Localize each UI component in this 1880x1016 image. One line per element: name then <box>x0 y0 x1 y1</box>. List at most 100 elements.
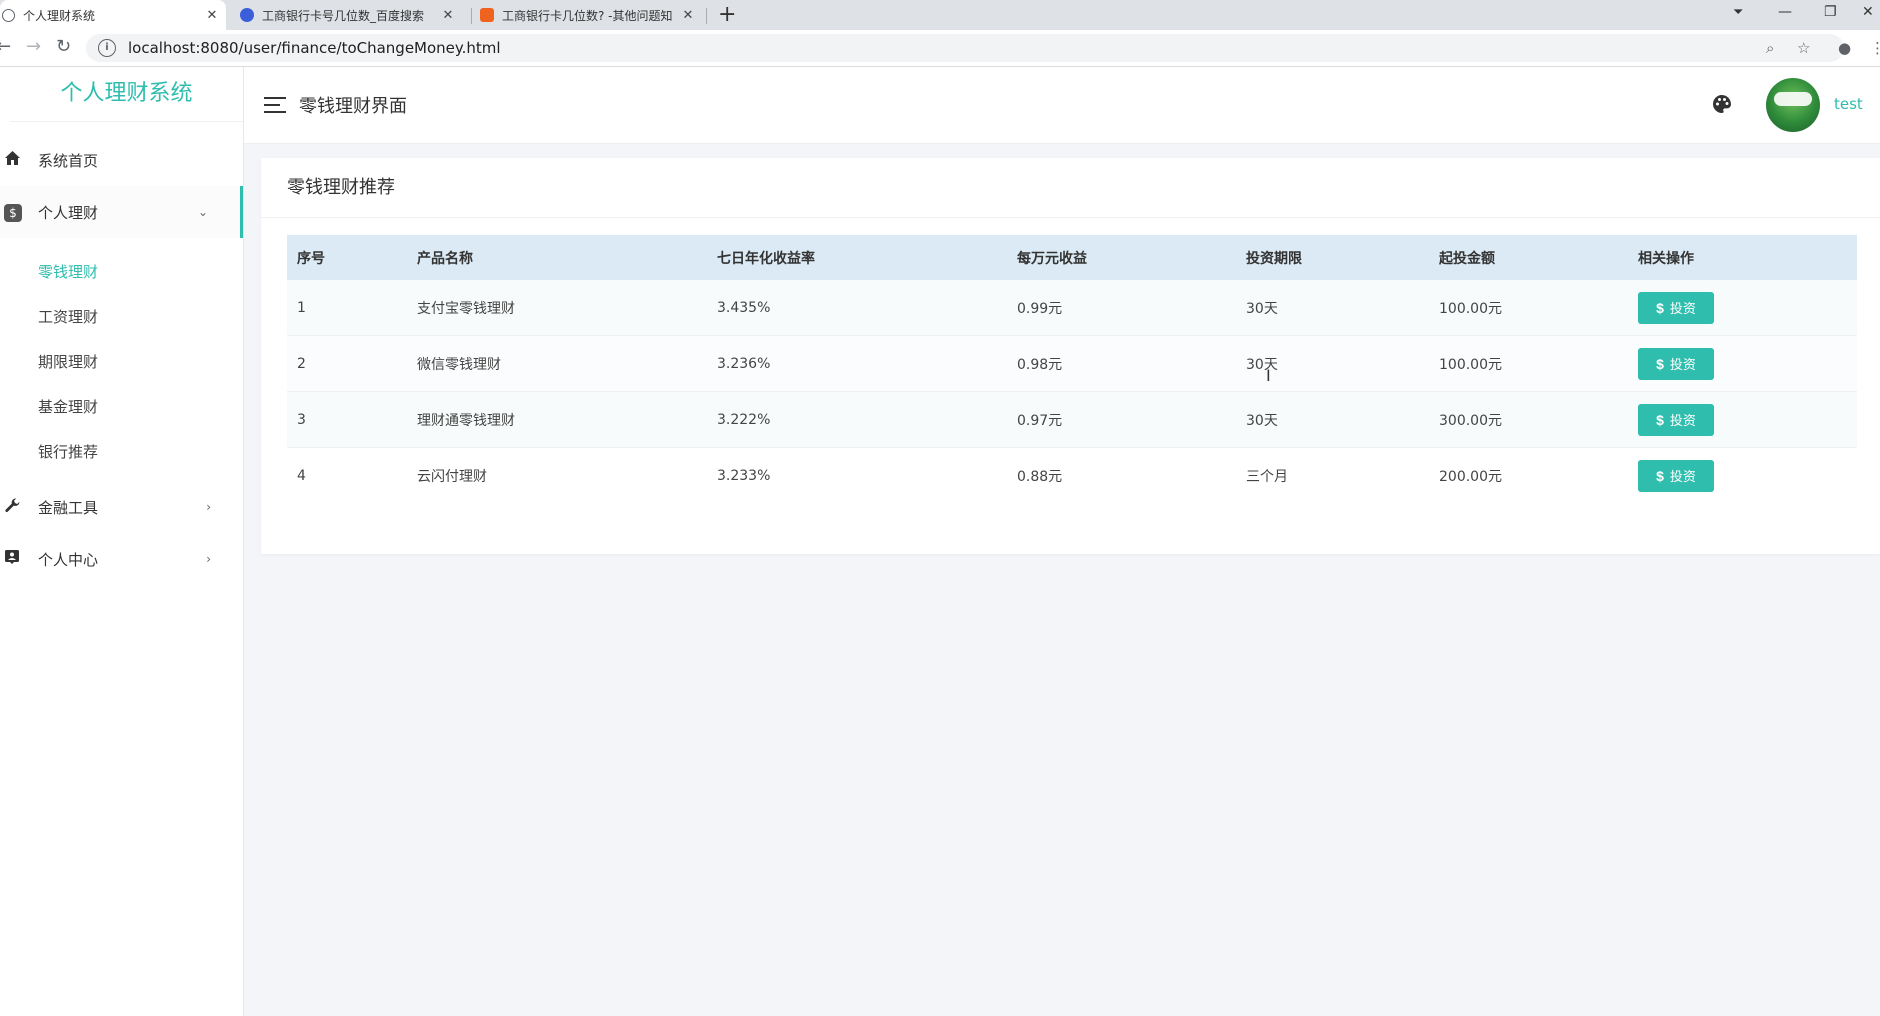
site-info-icon[interactable]: i <box>98 39 116 57</box>
address-bar-row: ← → ↻ i localhost:8080/user/finance/toCh… <box>0 30 1880 67</box>
dollar-icon: $ <box>1656 299 1664 316</box>
col-header-term: 投资期限 <box>1236 235 1429 280</box>
user-card-icon <box>4 550 20 568</box>
sidebar-item-home[interactable]: 系统首页 <box>0 134 243 186</box>
cell-term: 30天 <box>1236 335 1429 392</box>
tab-label: 工商银行卡号几位数_百度搜索 <box>262 8 425 23</box>
globe-icon <box>2 8 15 22</box>
cell-min: 300.00元 <box>1429 391 1628 448</box>
cell-per10k: 0.99元 <box>1007 280 1236 336</box>
invest-button[interactable]: $ 投资 <box>1638 459 1714 492</box>
cell-action: $ 投资 <box>1628 447 1857 503</box>
app-logo[interactable]: 个人理财系统 <box>10 67 243 122</box>
cell-name: 理财通零钱理财 <box>407 391 707 448</box>
tab-zhidao[interactable]: 工商银行卡几位数? -其他问题知 ✕ <box>476 0 702 30</box>
browser-menu-icon[interactable]: ⋮ <box>1870 39 1880 57</box>
profile-icon[interactable]: ● <box>1838 39 1851 57</box>
invest-button-label: 投资 <box>1669 469 1696 484</box>
cell-action: $ 投资 <box>1628 280 1857 336</box>
zhidao-icon <box>480 8 494 22</box>
cell-per10k: 0.97元 <box>1007 391 1236 448</box>
close-tab-icon[interactable]: ✕ <box>204 8 220 23</box>
submenu-item-change-money[interactable]: 零钱理财 <box>0 250 243 295</box>
url-field[interactable]: i localhost:8080/user/finance/toChangeMo… <box>86 34 1844 62</box>
cell-index: 1 <box>287 280 407 336</box>
url-text: localhost:8080/user/finance/toChangeMone… <box>128 39 501 57</box>
invest-button[interactable]: $ 投资 <box>1638 291 1714 324</box>
col-header-action: 相关操作 <box>1628 235 1857 280</box>
cell-rate: 3.236% <box>707 335 1007 392</box>
reload-icon[interactable]: ↻ <box>56 36 71 57</box>
chevron-right-icon: › <box>206 500 211 514</box>
recommend-card: 零钱理财推荐 序号 产品名称 七日年化收益率 每万元收益 投资期限 起投金额 相… <box>261 158 1880 554</box>
tab-label: 工商银行卡几位数? -其他问题知 <box>502 8 673 23</box>
invest-button-label: 投资 <box>1669 413 1696 428</box>
avatar[interactable] <box>1766 78 1820 132</box>
cell-term: 三个月 <box>1236 447 1429 503</box>
invest-button[interactable]: $ 投资 <box>1638 403 1714 436</box>
tab-label: 个人理财系统 <box>23 8 96 23</box>
product-table: 序号 产品名称 七日年化收益率 每万元收益 投资期限 起投金额 相关操作 1 支… <box>287 235 1857 503</box>
invest-button-label: 投资 <box>1669 357 1696 372</box>
sidebar-item-label: 个人理财 <box>38 203 99 222</box>
cell-rate: 3.435% <box>707 280 1007 336</box>
zoom-icon[interactable]: ⌕ <box>1766 39 1774 57</box>
close-window-button[interactable]: ✕ <box>1862 4 1874 20</box>
col-header-name: 产品名称 <box>407 235 707 280</box>
restore-button[interactable]: ❐ <box>1824 4 1837 20</box>
submenu-item-bank-recommend[interactable]: 银行推荐 <box>0 430 243 475</box>
table-row: 1 支付宝零钱理财 3.435% 0.99元 30天 100.00元 $ 投资 <box>287 280 1857 336</box>
submenu-item-term-finance[interactable]: 期限理财 <box>0 340 243 385</box>
tab-personal-finance[interactable]: 个人理财系统 ✕ <box>0 0 226 30</box>
card-title: 零钱理财推荐 <box>261 158 1880 218</box>
home-icon <box>4 151 20 169</box>
cell-min: 100.00元 <box>1429 335 1628 392</box>
submenu-item-salary-finance[interactable]: 工资理财 <box>0 295 243 340</box>
close-tab-icon[interactable]: ✕ <box>440 8 456 23</box>
sidebar-item-label: 个人中心 <box>38 550 99 569</box>
sidebar-item-personal-center[interactable]: 个人中心 › <box>0 533 243 585</box>
cell-action: $ 投资 <box>1628 391 1857 448</box>
dollar-icon: $ <box>1656 411 1664 428</box>
back-icon[interactable]: ← <box>0 36 11 57</box>
col-header-rate: 七日年化收益率 <box>707 235 1007 280</box>
tab-baidu-search[interactable]: 工商银行卡号几位数_百度搜索 ✕ <box>236 0 462 30</box>
bookmark-star-icon[interactable]: ☆ <box>1797 39 1810 57</box>
table-row: 4 云闪付理财 3.233% 0.88元 三个月 200.00元 $ 投资 <box>287 447 1857 503</box>
cell-name: 支付宝零钱理财 <box>407 280 707 336</box>
cell-action: $ 投资 <box>1628 335 1857 392</box>
minimize-button[interactable]: — <box>1778 4 1792 20</box>
cell-rate: 3.233% <box>707 447 1007 503</box>
dollar-icon: $ <box>4 203 22 222</box>
sidebar-item-finance-tools[interactable]: 金融工具 › <box>0 481 243 533</box>
menu-toggle-icon[interactable] <box>264 97 286 118</box>
submenu-item-fund-finance[interactable]: 基金理财 <box>0 385 243 430</box>
browser-tab-strip: 个人理财系统 ✕ 工商银行卡号几位数_百度搜索 ✕ 工商银行卡几位数? -其他问… <box>0 0 1880 30</box>
new-tab-button[interactable]: + <box>718 2 736 27</box>
cell-name: 云闪付理财 <box>407 447 707 503</box>
forward-icon[interactable]: → <box>26 36 41 57</box>
cell-min: 100.00元 <box>1429 280 1628 336</box>
dollar-icon: $ <box>1656 355 1664 372</box>
sidebar-item-personal-finance[interactable]: $ 个人理财 ⌄ <box>0 186 243 238</box>
cell-name: 微信零钱理财 <box>407 335 707 392</box>
table-row: 3 理财通零钱理财 3.222% 0.97元 30天 300.00元 $ 投资 <box>287 391 1857 448</box>
chevron-down-icon: ⌄ <box>197 205 208 219</box>
chevron-right-icon: › <box>206 552 211 566</box>
username[interactable]: test <box>1834 95 1863 113</box>
tab-search-icon[interactable]: ⏷ <box>1733 5 1743 20</box>
palette-icon[interactable] <box>1712 94 1732 114</box>
table-row: 2 微信零钱理财 3.236% 0.98元 30天 100.00元 $ 投资 <box>287 335 1857 392</box>
close-tab-icon[interactable]: ✕ <box>680 8 696 23</box>
cell-min: 200.00元 <box>1429 447 1628 503</box>
cell-index: 4 <box>287 447 407 503</box>
cell-per10k: 0.98元 <box>1007 335 1236 392</box>
sidebar-item-label: 系统首页 <box>38 151 99 170</box>
col-header-index: 序号 <box>287 235 407 280</box>
wrench-icon <box>4 498 20 517</box>
invest-button[interactable]: $ 投资 <box>1638 347 1714 380</box>
dollar-icon: $ <box>1656 467 1664 484</box>
cell-rate: 3.222% <box>707 391 1007 448</box>
invest-button-label: 投资 <box>1669 301 1696 316</box>
cell-per10k: 0.88元 <box>1007 447 1236 503</box>
